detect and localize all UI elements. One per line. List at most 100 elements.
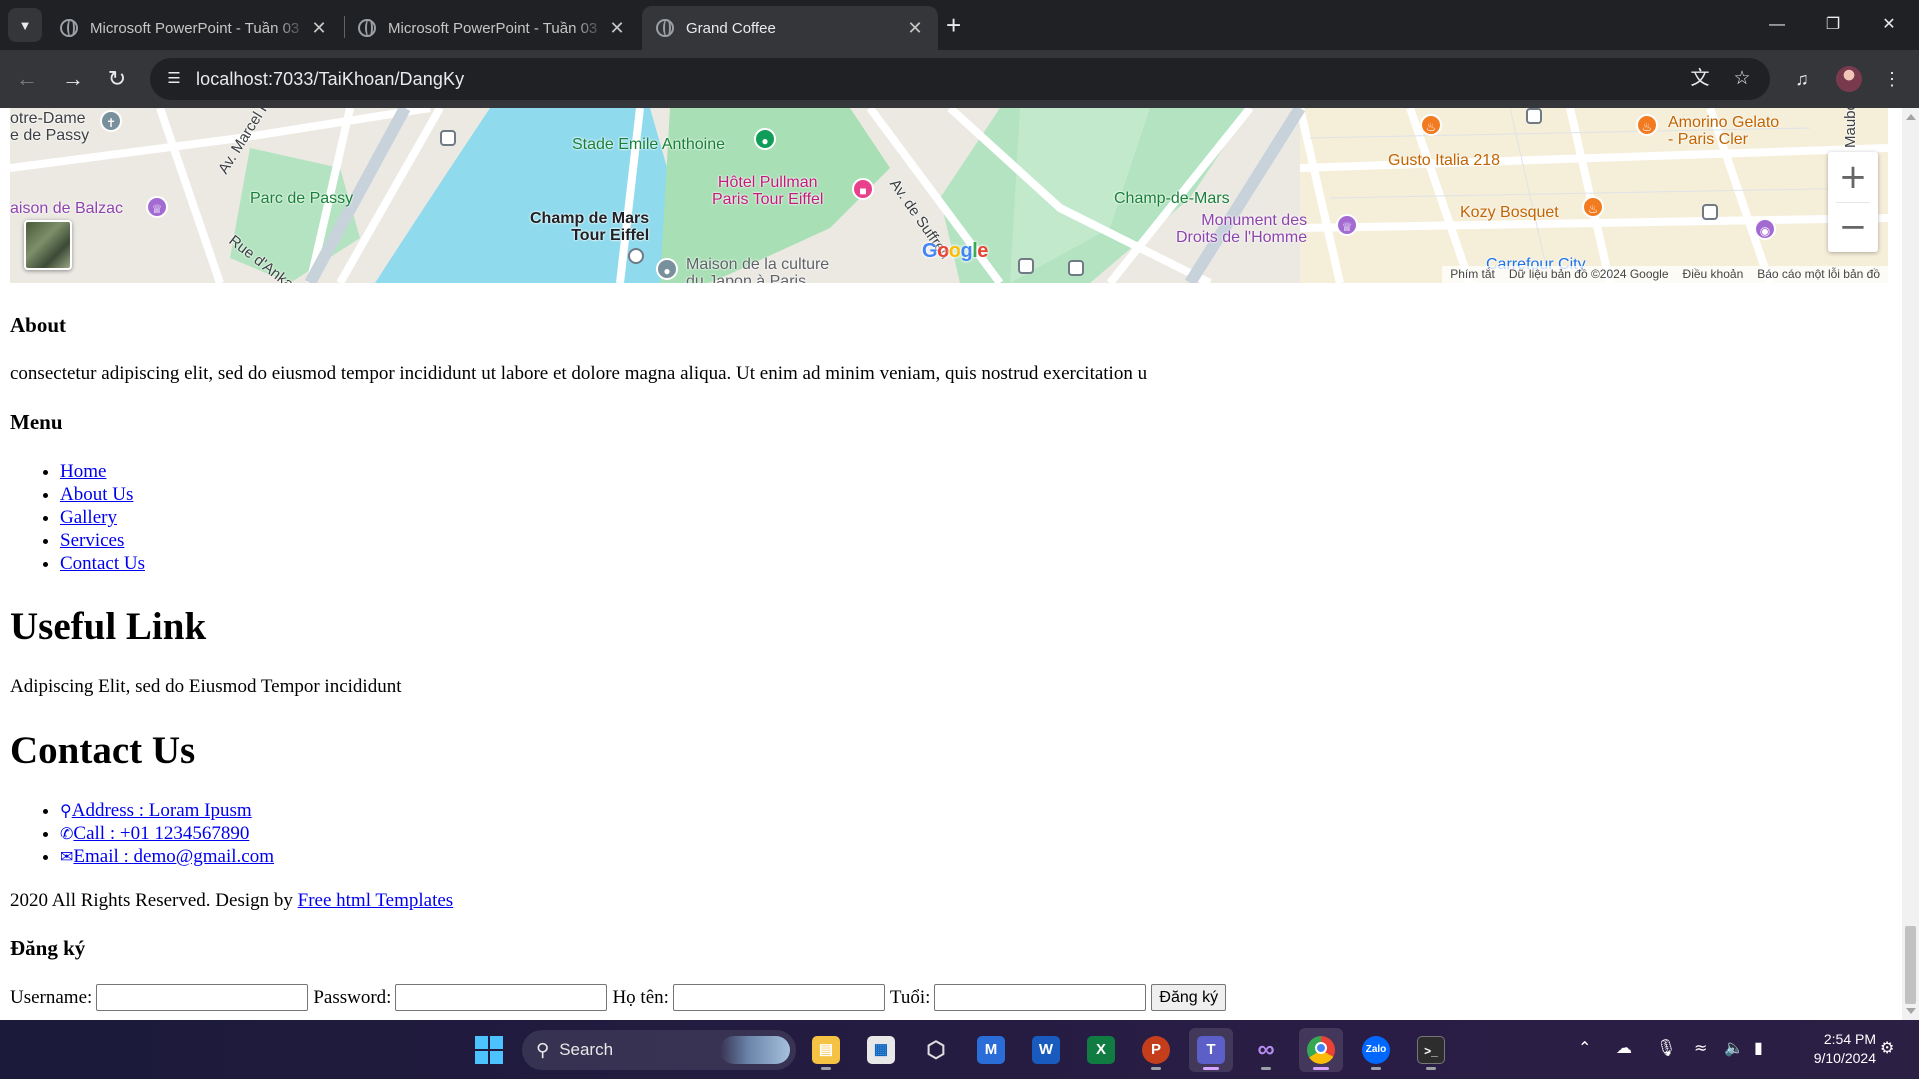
wifi-icon[interactable]: ≈ <box>1694 1038 1707 1057</box>
hotel-icon[interactable]: ■ <box>852 178 874 200</box>
microphone-muted-icon[interactable]: 🎙 <box>1656 1038 1676 1057</box>
file-explorer-icon[interactable]: ▤ <box>804 1028 848 1072</box>
church-icon[interactable]: ✝ <box>100 110 122 132</box>
menu-link-services[interactable]: Services <box>60 530 124 551</box>
scroll-up-icon[interactable] <box>1906 114 1916 120</box>
arrow-left-icon[interactable]: ← <box>10 62 44 96</box>
menu-link-home[interactable]: Home <box>60 461 106 482</box>
google-map[interactable]: otre-Dame e de Passy ✝ aison de Balzac ♕ … <box>10 108 1888 283</box>
menu-heading: Menu <box>10 410 63 434</box>
restaurant-icon[interactable]: ♨ <box>1420 114 1442 136</box>
page-scrollbar[interactable] <box>1902 108 1919 1020</box>
teams-icon[interactable]: T <box>1189 1028 1233 1072</box>
address-bar[interactable]: ☰ localhost:7033/TaiKhoan/DangKy 文 ☆ <box>150 58 1770 100</box>
onedrive-icon[interactable]: ☁ <box>1616 1038 1632 1057</box>
close-icon[interactable]: ✕ <box>308 18 330 39</box>
age-label: Tuổi: <box>889 986 931 1008</box>
start-icon[interactable] <box>467 1028 511 1072</box>
useful-link-heading: Useful Link <box>10 605 207 648</box>
zoom-in-icon[interactable]: + <box>1828 152 1878 202</box>
scroll-thumb[interactable] <box>1905 926 1916 1004</box>
password-field[interactable] <box>395 984 608 1011</box>
username-field[interactable] <box>96 984 309 1011</box>
map-label: Champ de Mars Tour Eiffel <box>530 210 650 244</box>
globe-icon <box>60 19 78 37</box>
tab-powerpoint-1[interactable]: Microsoft PowerPoint - Tuần 03 ✕ <box>46 6 342 50</box>
map-label: otre-Dame e de Passy <box>10 110 90 144</box>
microsoft-store-icon[interactable]: ▦ <box>859 1028 903 1072</box>
close-icon[interactable]: ✕ <box>904 18 926 39</box>
stadium-icon[interactable]: ● <box>754 128 776 150</box>
map-terms-link[interactable]: Điều khoản <box>1683 266 1744 283</box>
zoom-out-icon[interactable]: − <box>1828 202 1878 252</box>
notification-icon[interactable]: ⚙ <box>1880 1038 1894 1057</box>
unity-icon[interactable]: ⬡ <box>914 1028 958 1072</box>
battery-icon[interactable]: ▮ <box>1754 1038 1763 1057</box>
visual-studio-code-icon[interactable]: M <box>969 1028 1013 1072</box>
monument-icon[interactable]: ♕ <box>1336 214 1358 236</box>
minimize-icon[interactable]: — <box>1754 8 1800 42</box>
menu-list: Home About Us Gallery Services Contact U… <box>10 460 145 575</box>
camera-icon[interactable]: ◉ <box>1754 218 1776 240</box>
tab-powerpoint-2[interactable]: Microsoft PowerPoint - Tuần 03 ✕ <box>344 6 640 50</box>
contact-address-link[interactable]: ⚲Address : Loram Ipusm <box>60 800 252 821</box>
taskbar-search[interactable]: ⚲ Search <box>522 1030 796 1070</box>
register-button[interactable]: Đăng ký <box>1151 984 1227 1011</box>
age-field[interactable] <box>934 984 1147 1011</box>
place-icon[interactable]: ● <box>656 258 678 280</box>
powerpoint-icon[interactable]: P <box>1134 1028 1178 1072</box>
system-clock[interactable]: 2:54 PM 9/10/2024 <box>1790 1030 1876 1068</box>
scroll-down-icon[interactable] <box>1906 1008 1916 1014</box>
excel-icon[interactable]: X <box>1079 1028 1123 1072</box>
contact-email-text: Email : demo@gmail.com <box>73 846 275 867</box>
chrome-icon[interactable] <box>1299 1028 1343 1072</box>
word-icon[interactable]: W <box>1024 1028 1068 1072</box>
terminal-icon[interactable]: >_ <box>1409 1028 1453 1072</box>
star-icon[interactable]: ☆ <box>1730 67 1754 91</box>
map-shortcuts-link[interactable]: Phím tắt <box>1450 266 1495 283</box>
visual-studio-icon[interactable]: ∞ <box>1244 1028 1288 1072</box>
menu-link-gallery[interactable]: Gallery <box>60 507 117 528</box>
tab-grand-coffee[interactable]: Grand Coffee ✕ <box>642 6 938 50</box>
zalo-icon[interactable]: Zalo <box>1354 1028 1398 1072</box>
url-text[interactable]: localhost:7033/TaiKhoan/DangKy <box>196 69 464 90</box>
volume-icon[interactable]: 🔈 <box>1724 1038 1744 1057</box>
chevron-up-icon[interactable]: ⌃ <box>1578 1038 1591 1057</box>
fullname-field[interactable] <box>672 984 885 1011</box>
avatar[interactable] <box>1836 66 1862 92</box>
bus-stop-icon[interactable] <box>1702 204 1718 220</box>
phone-icon: ✆ <box>60 824 74 843</box>
media-control-icon[interactable]: ♫ <box>1790 67 1814 91</box>
bus-stop-icon[interactable] <box>1018 258 1034 274</box>
close-window-icon[interactable]: ✕ <box>1866 8 1912 42</box>
menu-link-contact[interactable]: Contact Us <box>60 553 145 574</box>
rer-station-icon[interactable] <box>628 248 644 264</box>
museum-icon[interactable]: ♕ <box>146 196 168 218</box>
chevron-down-icon[interactable]: ▼ <box>8 8 42 42</box>
close-icon[interactable]: ✕ <box>606 18 628 39</box>
map-marker-icon: ⚲ <box>60 801 72 820</box>
arrow-right-icon[interactable]: → <box>56 62 90 96</box>
map-layer-toggle[interactable] <box>24 220 72 270</box>
bus-stop-icon[interactable] <box>1068 260 1084 276</box>
bus-stop-icon[interactable] <box>440 130 456 146</box>
restaurant-icon[interactable]: ♨ <box>1582 196 1604 218</box>
bus-stop-icon[interactable] <box>1526 108 1542 124</box>
menu-link-about[interactable]: About Us <box>60 484 133 505</box>
map-label: Hôtel Pullman Paris Tour Eiffel <box>712 174 824 208</box>
tab-title: Microsoft PowerPoint - Tuần 03 <box>90 19 300 37</box>
contact-phone-link[interactable]: ✆Call : +01 1234567890 <box>60 823 249 844</box>
plus-icon[interactable]: + <box>946 10 961 40</box>
tune-icon[interactable]: ☰ <box>164 69 184 89</box>
map-label: Parc de Passy <box>250 190 354 207</box>
contact-email-link[interactable]: ✉Email : demo@gmail.com <box>60 846 274 867</box>
translate-icon[interactable]: 文 <box>1688 67 1712 91</box>
register-heading: Đăng ký <box>10 936 86 960</box>
templates-link[interactable]: Free html Templates <box>298 890 454 911</box>
reload-icon[interactable]: ↻ <box>100 62 134 96</box>
map-report-link[interactable]: Báo cáo một lỗi bản đồ <box>1757 266 1880 283</box>
kebab-menu-icon[interactable]: ⋮ <box>1880 67 1904 91</box>
globe-icon <box>358 19 376 37</box>
restore-icon[interactable]: ❐ <box>1810 8 1856 42</box>
ice-cream-icon[interactable]: ♨ <box>1636 114 1658 136</box>
